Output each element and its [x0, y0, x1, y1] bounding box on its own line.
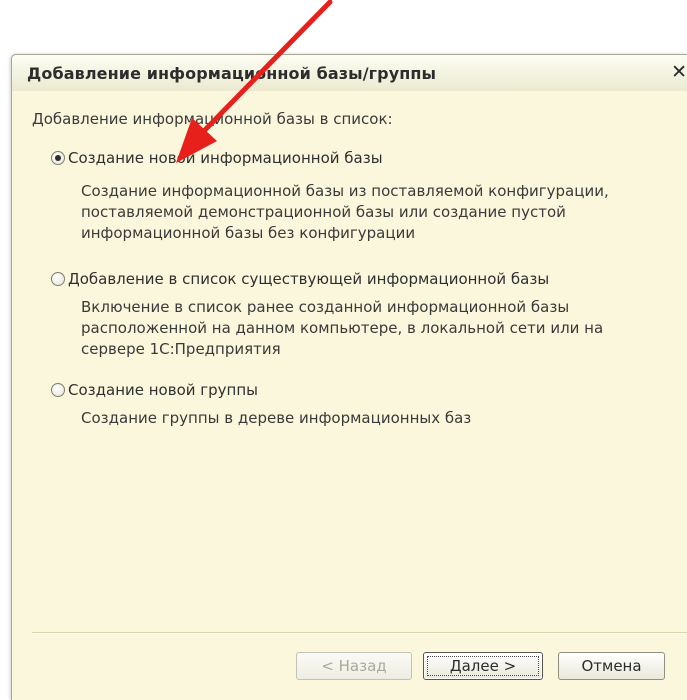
description-line: Включение в список ранее созданной инфор… [81, 298, 570, 316]
dialog-content: Добавление информационной базы в список:… [12, 91, 687, 700]
add-infobase-dialog: Добавление информационной базы/группы ✕ … [11, 54, 687, 700]
description-line: Создание информационной базы из поставля… [81, 182, 609, 200]
description-line: расположенной на данном компьютере, в ло… [81, 319, 604, 337]
button-separator [32, 632, 687, 634]
radio-button[interactable] [51, 383, 65, 397]
option-label: Создание новой группы [68, 381, 258, 399]
dialog-title: Добавление информационной базы/группы [27, 64, 437, 83]
close-icon[interactable]: ✕ [665, 61, 687, 83]
radio-create-new-infobase[interactable]: Создание новой информационной базы [51, 149, 383, 167]
radio-button-checked[interactable] [51, 151, 65, 165]
back-button[interactable]: < Назад [296, 652, 412, 680]
group-label: Добавление информационной базы в список: [32, 110, 393, 128]
option-description: Создание информационной базы из поставля… [81, 181, 609, 244]
radio-button[interactable] [51, 272, 65, 286]
radio-add-existing-infobase[interactable]: Добавление в список существующей информа… [51, 270, 549, 288]
option-label: Создание новой информационной базы [68, 149, 383, 167]
dialog-titlebar[interactable]: Добавление информационной базы/группы ✕ [12, 55, 687, 92]
option-description: Создание группы в дереве информационных … [81, 408, 471, 429]
page: Добавление информационной базы/группы ✕ … [0, 0, 687, 700]
description-line: Создание группы в дереве информационных … [81, 409, 472, 427]
description-line: информационной базы без конфигурации [81, 224, 416, 242]
cancel-button[interactable]: Отмена [558, 652, 665, 680]
option-description: Включение в список ранее созданной инфор… [81, 297, 603, 360]
next-button[interactable]: Далее > [423, 652, 543, 680]
description-line: поставляемой демонстрационной базы или с… [81, 203, 566, 221]
option-label: Добавление в список существующей информа… [68, 270, 550, 288]
next-button-label: Далее > [449, 657, 517, 675]
radio-create-new-group[interactable]: Создание новой группы [51, 381, 258, 399]
description-line: сервере 1С:Предприятия [81, 340, 281, 358]
